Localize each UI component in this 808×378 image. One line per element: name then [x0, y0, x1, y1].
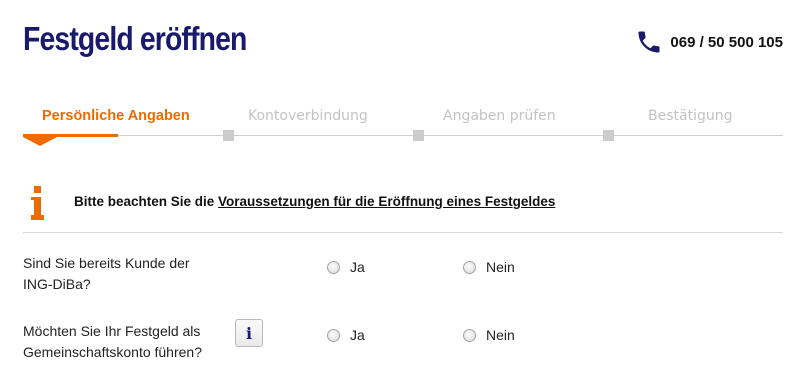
joint-account-yes-option[interactable]: Ja	[327, 327, 365, 343]
step-marker-2	[223, 130, 234, 141]
question-line: ING-DiBa?	[23, 276, 91, 292]
joint-account-no-option[interactable]: Nein	[463, 327, 515, 343]
step-review: Angaben prüfen	[443, 108, 556, 124]
existing-customer-yes-option[interactable]: Ja	[327, 259, 365, 275]
step-marker-3	[413, 130, 424, 141]
divider	[23, 232, 783, 233]
notice-text: Bitte beachten Sie die Voraussetzungen f…	[74, 194, 555, 209]
question-existing-customer: Sind Sie bereits Kunde der ING-DiBa?	[23, 253, 243, 295]
question-joint-account: Möchten Sie Ihr Festgeld als Gemeinschaf…	[23, 321, 238, 363]
question-line: Sind Sie bereits Kunde der	[23, 255, 190, 271]
progress-steps: Persönliche Angaben Kontoverbindung Anga…	[23, 100, 783, 150]
step-personal-data: Persönliche Angaben	[42, 108, 190, 124]
step-account: Kontoverbindung	[248, 108, 368, 124]
notice-prefix: Bitte beachten Sie die	[74, 194, 219, 209]
radio-label: Ja	[350, 327, 365, 343]
question-line: Gemeinschaftskonto führen?	[23, 344, 202, 360]
radio-label: Nein	[486, 327, 515, 343]
phone-icon	[638, 31, 660, 53]
radio-button[interactable]	[327, 260, 340, 274]
active-step-arrow-icon	[23, 137, 57, 146]
radio-button[interactable]	[463, 260, 476, 274]
page-title: Festgeld eröffnen	[23, 20, 247, 57]
help-info-icon: i	[245, 323, 253, 343]
radio-button[interactable]	[463, 328, 476, 342]
radio-label: Ja	[350, 259, 365, 275]
steps-track	[23, 135, 783, 136]
phone-contact: 069 / 50 500 105	[635, 28, 783, 56]
existing-customer-no-option[interactable]: Nein	[463, 259, 515, 275]
help-info-button[interactable]: i	[235, 319, 263, 347]
radio-button[interactable]	[327, 328, 340, 342]
info-icon	[31, 186, 44, 220]
radio-label: Nein	[486, 259, 515, 275]
question-line: Möchten Sie Ihr Festgeld als	[23, 323, 201, 339]
phone-number: 069 / 50 500 105	[670, 33, 783, 51]
step-confirmation: Bestätigung	[648, 108, 733, 124]
requirements-link[interactable]: Voraussetzungen für die Eröffnung eines …	[218, 194, 555, 209]
step-marker-4	[603, 130, 614, 141]
